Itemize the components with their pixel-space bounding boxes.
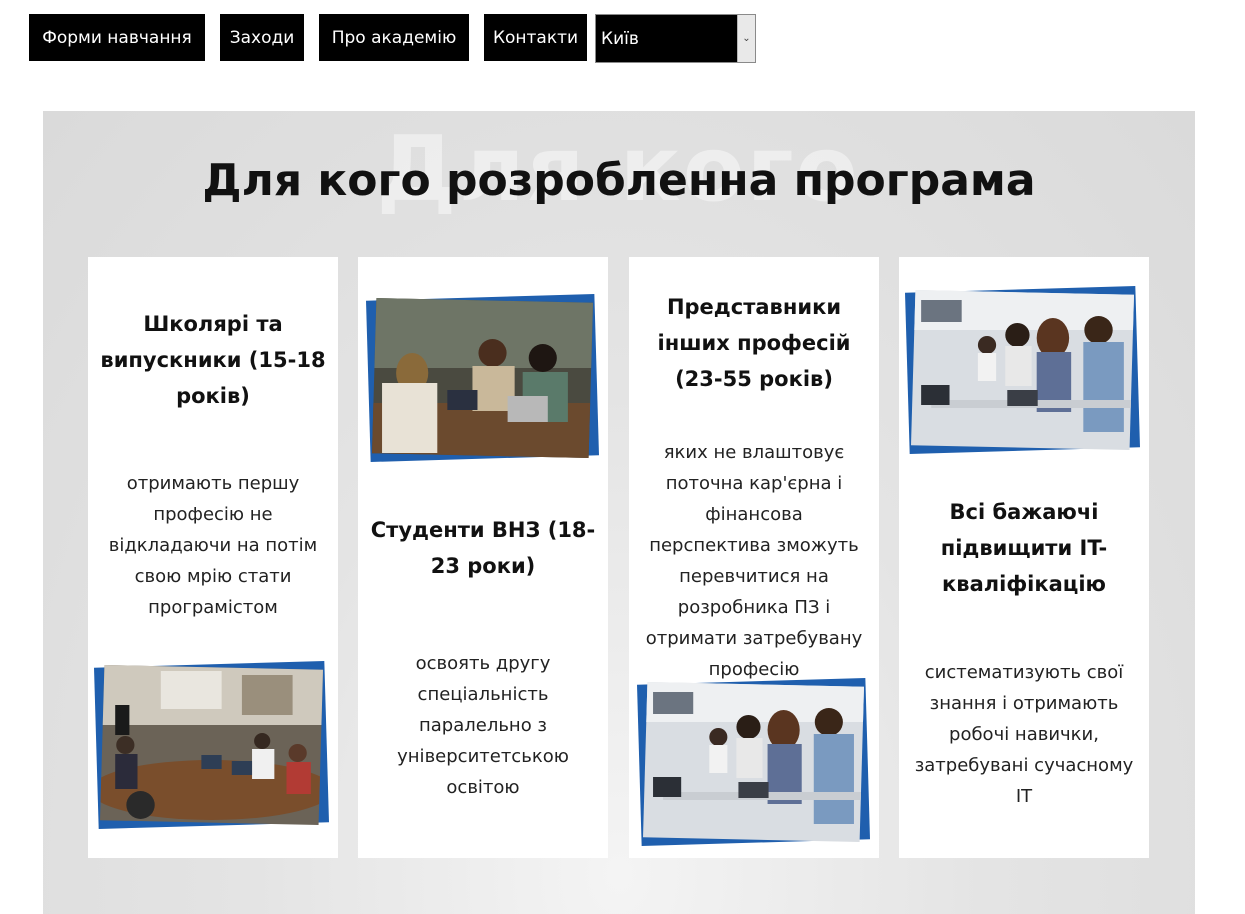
audience-card-students: Студенти ВНЗ (18-23 роки) освоять другу … (358, 257, 608, 858)
nav-forms-button[interactable]: Форми навчання (29, 14, 205, 61)
card-description: яких не влаштовує поточна кар'єрна і фін… (645, 442, 863, 680)
chevron-down-icon: ⌄ (737, 15, 755, 62)
students-computer-lab-photo (637, 678, 870, 846)
card-description: освоять другу спеціальність паралельно з… (397, 653, 569, 798)
classroom-meeting-photo (94, 661, 329, 829)
top-navigation: Форми навчання Заходи Про академію Конта… (29, 14, 587, 61)
audience-card-everyone: Всі бажаючі підвищити IT-кваліфікацію си… (899, 257, 1149, 858)
card-title: Школярі та випускники (15-18 років) (100, 312, 326, 408)
card-title: Всі бажаючі підвищити IT-кваліфікацію (940, 500, 1108, 596)
audience-card-schoolchildren: Школярі та випускники (15-18 років) отри… (88, 257, 338, 858)
audience-card-other-professions: Представники інших професій (23-55 років… (629, 257, 879, 858)
card-title: Представники інших професій (23-55 років… (657, 295, 851, 391)
nav-about-button[interactable]: Про академію (319, 14, 469, 61)
card-description: отримають першу професію не відкладаючи … (108, 473, 318, 618)
nav-contacts-button[interactable]: Контакти (484, 14, 587, 61)
city-select-value: Київ (601, 28, 639, 49)
nav-events-button[interactable]: Заходи (220, 14, 304, 61)
students-computer-lab-photo (905, 286, 1140, 454)
card-description: систематизують свої знання і отримають р… (914, 662, 1134, 807)
section-title: Для кого розробленна програма (202, 155, 1036, 206)
card-title: Студенти ВНЗ (18-23 роки) (370, 518, 596, 578)
target-audience-section: Для кого Для кого розробленна програма Ш… (43, 111, 1195, 914)
students-laptops-photo (366, 294, 599, 462)
city-select[interactable]: Київ ⌄ (595, 14, 756, 63)
